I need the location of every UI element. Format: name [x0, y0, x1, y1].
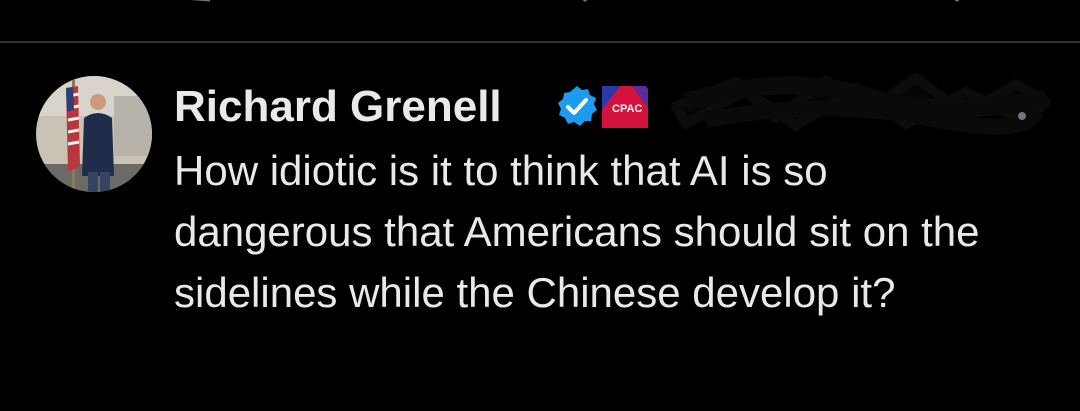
- tweet-text: How idiotic is it to think that AI is so…: [174, 147, 980, 316]
- verified-badge-icon[interactable]: [554, 84, 600, 130]
- bookmark-icon[interactable]: [940, 0, 974, 8]
- share-icon[interactable]: [1020, 0, 1054, 8]
- author-display-name[interactable]: Richard Grenell: [174, 80, 502, 134]
- redaction-scribble: [666, 62, 1052, 136]
- affiliate-badge-text: CPAC: [612, 103, 642, 115]
- affiliate-badge[interactable]: CPAC: [602, 86, 648, 128]
- more-options-icon[interactable]: [1018, 112, 1026, 120]
- author-avatar[interactable]: [36, 76, 152, 192]
- tweet-header: Richard Grenell CPAC: [174, 73, 1054, 138]
- tweet-action-bar: [0, 0, 1080, 40]
- divider: [0, 41, 1080, 43]
- views-icon[interactable]: [756, 0, 790, 8]
- like-icon[interactable]: [568, 0, 602, 8]
- reply-icon[interactable]: [180, 0, 214, 8]
- retweet-icon[interactable]: [372, 0, 406, 8]
